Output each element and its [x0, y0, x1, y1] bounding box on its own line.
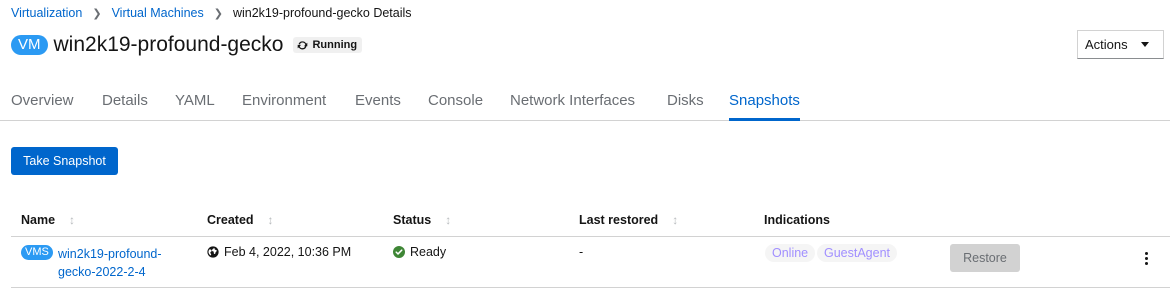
column-header-last-restored-label: Last restored: [579, 213, 659, 227]
sort-icon: ↕: [445, 213, 452, 227]
page-header: VM win2k19-profound-gecko Running: [11, 33, 363, 57]
column-header-created[interactable]: Created ↕: [207, 213, 274, 227]
table-divider: [11, 287, 1170, 288]
indication-chip-guestagent: GuestAgent: [817, 244, 898, 262]
tab-console[interactable]: Console: [428, 84, 483, 120]
kebab-icon[interactable]: [1138, 249, 1154, 267]
caret-down-icon: [1141, 42, 1149, 47]
sync-icon: [298, 40, 308, 49]
table-divider: [11, 236, 1170, 237]
column-header-status[interactable]: Status ↕: [393, 213, 451, 227]
column-header-indications-label: Indications: [764, 213, 830, 227]
breadcrumb: Virtualization ❯ Virtual Machines ❯ win2…: [11, 5, 412, 21]
created-cell: Feb 4, 2022, 10:36 PM: [207, 245, 351, 259]
tab-overview[interactable]: Overview: [11, 84, 74, 120]
created-value: Feb 4, 2022, 10:36 PM: [224, 245, 352, 259]
status-value: Ready: [410, 245, 447, 259]
sort-icon: ↕: [672, 213, 679, 227]
page-title: win2k19-profound-gecko: [53, 33, 284, 56]
column-header-last-restored[interactable]: Last restored ↕: [579, 213, 678, 227]
column-header-name-label: Name: [21, 213, 56, 227]
snapshot-name-line-2: gecko-2022-2-4: [58, 265, 146, 279]
snapshot-name-line-1: win2k19-profound-: [58, 247, 162, 261]
tab-disks[interactable]: Disks: [667, 84, 704, 120]
take-snapshot-button[interactable]: Take Snapshot: [11, 147, 118, 175]
column-header-indications: Indications: [764, 213, 830, 227]
tab-network-interfaces[interactable]: Network Interfaces: [510, 84, 635, 120]
snapshot-name-link[interactable]: win2k19-profound- gecko-2022-2-4: [58, 245, 168, 281]
breadcrumb-separator-icon: ❯: [213, 7, 223, 20]
kebab-dot: [1144, 251, 1148, 255]
status-cell: Ready: [393, 245, 446, 259]
tab-events[interactable]: Events: [355, 84, 401, 120]
breadcrumb-separator-icon: ❯: [92, 7, 102, 20]
kebab-dot: [1144, 261, 1148, 265]
kebab-dot: [1144, 256, 1148, 260]
tab-snapshots[interactable]: Snapshots: [729, 84, 800, 121]
actions-dropdown[interactable]: Actions: [1077, 30, 1164, 59]
actions-label: Actions: [1085, 37, 1128, 52]
indication-chip-online: Online: [765, 244, 816, 262]
column-header-status-label: Status: [393, 213, 432, 227]
tab-details[interactable]: Details: [102, 84, 148, 120]
sort-icon: ↕: [267, 213, 274, 227]
status-badge: Running: [293, 37, 363, 53]
breadcrumb-virtualization[interactable]: Virtualization: [11, 6, 82, 20]
vms-badge: VMS: [21, 245, 53, 260]
breadcrumb-current: win2k19-profound-gecko Details: [232, 6, 412, 20]
tab-yaml[interactable]: YAML: [175, 84, 215, 120]
check-circle-icon: [393, 246, 405, 258]
tab-environment[interactable]: Environment: [242, 84, 326, 120]
globe-icon: [207, 246, 219, 258]
last-restored-value: -: [579, 245, 584, 259]
vm-badge: VM: [11, 35, 48, 55]
breadcrumb-virtual-machines[interactable]: Virtual Machines: [112, 6, 204, 20]
tab-bar: Overview Details YAML Environment Events…: [0, 84, 1170, 121]
status-text: Running: [312, 39, 358, 51]
column-header-created-label: Created: [207, 213, 254, 227]
sort-icon: ↕: [69, 213, 76, 227]
restore-button[interactable]: Restore: [950, 244, 1020, 272]
table-header: Name ↕ Created ↕ Status ↕ Last restored …: [11, 207, 1170, 235]
column-header-name[interactable]: Name ↕: [21, 213, 75, 227]
